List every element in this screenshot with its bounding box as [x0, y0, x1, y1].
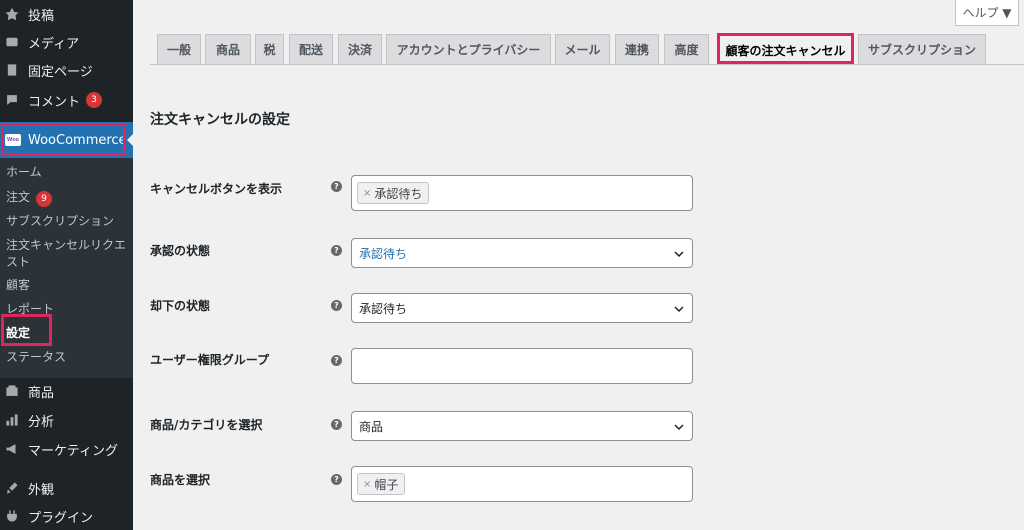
product-icon [5, 384, 19, 398]
user-role-group-multiselect[interactable] [351, 348, 693, 384]
chip-label: 帽子 [374, 477, 399, 492]
chip-label: 承認待ち [374, 186, 423, 201]
current-menu-arrow [127, 133, 134, 147]
submenu-label: サブスクリプション [6, 214, 115, 228]
select-value: 承認待ち [359, 246, 408, 261]
menu-label: 商品 [28, 385, 55, 401]
tab-general[interactable]: 一般 [157, 34, 201, 64]
comment-icon [5, 93, 19, 107]
submenu-item-status[interactable]: ステータス [6, 349, 130, 366]
field-label-select-products: 商品を選択 [150, 473, 211, 487]
submenu-item-customers[interactable]: 顧客 [6, 277, 130, 294]
submenu-item-settings[interactable]: 設定 [6, 325, 130, 342]
field-label-show-cancel-button: キャンセルボタンを表示 [150, 182, 283, 196]
submenu-label: ステータス [6, 350, 67, 364]
remove-chip-icon[interactable]: × [363, 479, 371, 490]
plugin-icon [5, 509, 19, 523]
tab-products[interactable]: 商品 [205, 34, 251, 64]
admin-sidebar: 投稿 メディア 固定ページ コメント 3 Woo WooCommerce ホーム… [0, 0, 133, 530]
pin-icon [5, 7, 19, 21]
chevron-down-icon [674, 248, 684, 258]
tab-email[interactable]: メール [555, 34, 610, 64]
woocommerce-logo-icon: Woo [5, 134, 21, 146]
menu-item-pages[interactable]: 固定ページ [0, 56, 133, 84]
section-title: 注文キャンセルの設定 [150, 112, 290, 128]
submenu-item-subscriptions[interactable]: サブスクリプション [6, 213, 130, 230]
tab-customer-order-cancel[interactable]: 顧客の注文キャンセル [719, 34, 852, 65]
menu-label: WooCommerce [28, 132, 127, 148]
menu-item-media[interactable]: メディア [0, 28, 133, 56]
menu-item-plugins[interactable]: プラグイン [0, 502, 133, 530]
selected-chip: × 帽子 [357, 473, 406, 495]
show-cancel-button-multiselect[interactable]: × 承認待ち [351, 175, 693, 211]
tab-tax[interactable]: 税 [255, 34, 284, 64]
submenu-item-reports[interactable]: レポート [6, 301, 130, 318]
field-label-approve-status: 承認の状態 [150, 244, 211, 258]
menu-label: 固定ページ [28, 64, 93, 80]
select-products-multiselect[interactable]: × 帽子 [351, 466, 693, 502]
submenu-item-orders[interactable]: 注文 9 [6, 189, 130, 207]
menu-label: プラグイン [28, 510, 94, 526]
menu-item-appearance[interactable]: 外観 [0, 474, 133, 502]
orders-count-badge: 9 [36, 191, 53, 207]
submenu-label: レポート [6, 302, 55, 316]
tab-advanced[interactable]: 高度 [664, 34, 709, 64]
menu-label: コメント [28, 94, 81, 110]
menu-label: 分析 [28, 414, 55, 430]
menu-item-analytics[interactable]: 分析 [0, 406, 133, 434]
tab-payments[interactable]: 決済 [338, 34, 382, 64]
product-category-select[interactable]: 商品 [351, 411, 693, 441]
menu-label: メディア [28, 36, 80, 52]
tab-accounts-privacy[interactable]: アカウントとプライバシー [386, 34, 551, 64]
menu-item-posts[interactable]: 投稿 [0, 0, 133, 28]
media-icon [5, 35, 19, 49]
submenu-item-home[interactable]: ホーム [6, 164, 130, 181]
selected-chip: × 承認待ち [357, 182, 430, 204]
help-icon[interactable]: ? [331, 355, 342, 366]
field-label-reject-status: 却下の状態 [150, 299, 211, 313]
submenu-label: 顧客 [6, 278, 31, 292]
help-icon[interactable]: ? [331, 300, 342, 311]
help-icon[interactable]: ? [331, 245, 342, 256]
field-label-product-category-select: 商品/カテゴリを選択 [150, 418, 263, 432]
approve-status-select[interactable]: 承認待ち [351, 238, 693, 268]
submenu-label: ホーム [6, 165, 42, 179]
tab-integration[interactable]: 連携 [615, 34, 659, 64]
menu-label: マーケティング [28, 443, 118, 459]
remove-chip-icon[interactable]: × [363, 188, 371, 199]
help-icon[interactable]: ? [331, 419, 342, 430]
tab-divider [150, 64, 1024, 65]
reject-status-select[interactable]: 承認待ち [351, 293, 693, 323]
submenu-label: 注文 [6, 190, 31, 204]
woocommerce-submenu: ホーム 注文 9 サブスクリプション 注文キャンセルリクエスト 顧客 レポート 設… [0, 158, 133, 378]
submenu-item-cancel-requests[interactable]: 注文キャンセルリクエスト [6, 237, 130, 271]
menu-item-marketing[interactable]: マーケティング [0, 435, 133, 463]
help-icon[interactable]: ? [331, 181, 342, 192]
tab-subscriptions[interactable]: サブスクリプション [858, 34, 986, 64]
megaphone-icon [5, 442, 19, 456]
select-value: 商品 [359, 419, 384, 434]
tab-shipping[interactable]: 配送 [289, 34, 333, 64]
menu-item-products[interactable]: 商品 [0, 377, 133, 405]
chevron-down-icon [674, 421, 684, 431]
help-icon[interactable]: ? [331, 474, 342, 485]
comment-count-badge: 3 [86, 92, 103, 108]
help-tab-button[interactable]: ヘルプ ▼ [955, 0, 1019, 26]
page-icon [5, 63, 19, 77]
menu-item-comments[interactable]: コメント 3 [0, 86, 133, 114]
brush-icon [5, 481, 19, 495]
select-value: 承認待ち [359, 301, 408, 316]
menu-item-woocommerce[interactable]: Woo WooCommerce [0, 122, 133, 158]
menu-label: 外観 [28, 482, 55, 498]
chevron-down-icon [674, 303, 684, 313]
submenu-label: 設定 [6, 326, 31, 340]
analytics-icon [5, 413, 19, 427]
field-label-user-role-group: ユーザー権限グループ [150, 353, 270, 367]
menu-label: 投稿 [28, 8, 55, 24]
submenu-label: 注文キャンセルリクエスト [6, 238, 127, 269]
